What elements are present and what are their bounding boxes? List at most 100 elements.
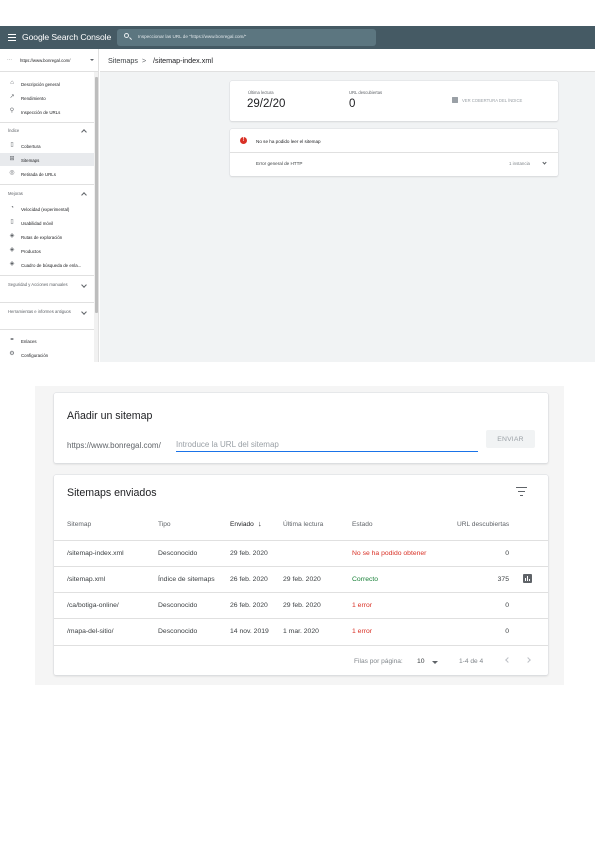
property-url: https://www.bonregal.com/ bbox=[20, 58, 71, 63]
main-content: Sitemaps > /sitemap-index.xml Última lec… bbox=[100, 49, 595, 362]
column-header-sitemap[interactable]: Sitemap bbox=[67, 521, 91, 528]
status-text: 1 error bbox=[352, 602, 373, 609]
submitted-date: 26 feb. 2020 bbox=[230, 602, 268, 609]
discovered-urls-count: 375 bbox=[497, 576, 509, 583]
sidebar-item-label: Velocidad (experimental) bbox=[21, 206, 70, 212]
filter-icon[interactable] bbox=[516, 487, 527, 496]
menu-icon[interactable] bbox=[8, 34, 16, 41]
sidebar-divider bbox=[0, 184, 94, 185]
search-console-sitemap-detail-screenshot: Google Search Console Inspeccionar las U… bbox=[0, 26, 595, 362]
sidebar-item-sitemaps[interactable]: ⊞ Sitemaps bbox=[0, 153, 94, 166]
dropdown-caret-icon bbox=[90, 59, 94, 61]
layers-icon: ◈ bbox=[9, 247, 15, 253]
error-icon: ! bbox=[240, 137, 247, 144]
error-message: No se ha podido leer el sitemap bbox=[256, 138, 321, 144]
rows-per-page-label: Filas por página: bbox=[354, 658, 403, 665]
sidebar-item-products[interactable]: ◈ Productos bbox=[0, 244, 94, 257]
bar-chart-icon[interactable] bbox=[523, 574, 532, 583]
bar-chart-icon bbox=[452, 97, 458, 103]
section-header-index[interactable]: Índice bbox=[8, 128, 19, 134]
app-title[interactable]: Google Search Console bbox=[22, 32, 111, 42]
status-text: 1 error bbox=[352, 628, 373, 635]
column-header-last-read[interactable]: Última lectura bbox=[283, 521, 323, 528]
chevron-up-icon[interactable] bbox=[81, 129, 87, 135]
breadcrumb: Sitemaps > /sitemap-index.xml bbox=[100, 49, 595, 72]
sidebar-item-label: Cuadro de búsqueda de enla... bbox=[21, 262, 82, 268]
dropdown-caret-icon[interactable] bbox=[432, 660, 438, 664]
property-selector[interactable]: ⋯ https://www.bonregal.com/ bbox=[0, 49, 99, 72]
view-index-coverage-link[interactable]: VER COBERTURA DEL ÍNDICE bbox=[462, 98, 522, 103]
sidebar-item-url-inspection[interactable]: ⚲ Inspección de URLs bbox=[0, 105, 94, 118]
sidebar-item-label: Enlaces bbox=[21, 338, 37, 344]
sidebar-item-coverage[interactable]: ▯ Cobertura bbox=[0, 139, 94, 152]
sidebar-item-settings[interactable]: ⚙ Configuración bbox=[0, 348, 94, 361]
sitemap-path: /sitemap.xml bbox=[67, 576, 106, 583]
chevron-right-icon[interactable] bbox=[525, 657, 531, 663]
chevron-down-icon[interactable] bbox=[81, 309, 87, 315]
submitted-date: 14 nov. 2019 bbox=[230, 628, 269, 635]
card-divider bbox=[230, 152, 558, 153]
sitemap-url-input[interactable] bbox=[176, 439, 478, 452]
sidebar-item-breadcrumbs[interactable]: ◈ Rutas de exploración bbox=[0, 230, 94, 243]
sidebar-item-label: Productos bbox=[21, 248, 41, 254]
breadcrumb-sitemaps-link[interactable]: Sitemaps bbox=[108, 56, 138, 65]
home-icon: ⌂ bbox=[10, 80, 14, 86]
discovered-urls-count: 0 bbox=[505, 550, 509, 557]
section-header-security[interactable]: Seguridad y Acciones manuales bbox=[8, 282, 78, 288]
section-header-improvements[interactable]: Mejoras bbox=[8, 191, 23, 197]
sitemap-icon: ⊞ bbox=[9, 156, 15, 162]
sidebar-item-url-removal[interactable]: ◎ Retirada de URLs bbox=[0, 167, 94, 180]
last-read-date: 29 feb. 2020 bbox=[283, 576, 321, 583]
column-header-status[interactable]: Estado bbox=[352, 521, 373, 528]
search-input[interactable]: Inspeccionar las URL de "https://www.bon… bbox=[138, 34, 246, 39]
sidebar-item-overview[interactable]: ⌂ Descripción general bbox=[0, 77, 94, 90]
column-header-submitted[interactable]: Enviado bbox=[230, 521, 254, 528]
table-row[interactable]: /sitemap.xml Índice de sitemaps 26 feb. … bbox=[54, 566, 548, 592]
table-row[interactable]: /mapa-del-sitio/ Desconocido 14 nov. 201… bbox=[54, 618, 548, 644]
sidebar-divider bbox=[0, 329, 94, 330]
status-text: Correcto bbox=[352, 576, 379, 583]
sitemap-type: Índice de sitemaps bbox=[158, 576, 215, 583]
sidebar-divider bbox=[0, 122, 94, 123]
section-header-legacy-tools[interactable]: Herramientas e informes antiguos bbox=[8, 309, 78, 315]
sidebar-item-performance[interactable]: ↗ Rendimiento bbox=[0, 91, 94, 104]
table-row[interactable]: /ca/botiga-online/ Desconocido 26 feb. 2… bbox=[54, 592, 548, 618]
sidebar-item-sitelinks-searchbox[interactable]: ◈ Cuadro de búsqueda de enla... bbox=[0, 258, 94, 271]
pagination-range: 1-4 de 4 bbox=[459, 658, 484, 665]
chevron-down-icon[interactable] bbox=[542, 160, 547, 165]
sidebar-item-links[interactable]: ⚭ Enlaces bbox=[0, 334, 94, 347]
submitted-date: 26 feb. 2020 bbox=[230, 576, 268, 583]
last-read-date: 29 feb. 2020 bbox=[283, 602, 321, 609]
chevron-down-icon[interactable] bbox=[81, 282, 87, 288]
sidebar-item-speed[interactable]: ◔ Velocidad (experimental) bbox=[0, 202, 94, 215]
chevron-up-icon[interactable] bbox=[81, 192, 87, 198]
error-type[interactable]: Error general de HTTP bbox=[256, 161, 302, 166]
submitted-sitemaps-card: Sitemaps enviados Sitemap Tipo Enviado ↓… bbox=[54, 475, 548, 675]
url-inspection-search[interactable]: Inspeccionar las URL de "https://www.bon… bbox=[117, 29, 376, 46]
discovered-urls-count: 0 bbox=[505, 602, 509, 609]
last-read-date: 1 mar. 2020 bbox=[283, 628, 319, 635]
sidebar-item-label: Sitemaps bbox=[21, 157, 40, 163]
sidebar-item-mobile-usability[interactable]: ▯ Usabilidad móvil bbox=[0, 216, 94, 229]
breadcrumb-current: /sitemap-index.xml bbox=[153, 56, 213, 65]
layers-icon: ◈ bbox=[9, 233, 15, 239]
sidebar-scrollbar-thumb[interactable] bbox=[94, 77, 98, 313]
table-row[interactable]: /sitemap-index.xml Desconocido 29 feb. 2… bbox=[54, 540, 548, 566]
error-instance-count: 1 instancia bbox=[509, 161, 530, 166]
add-sitemap-title: Añadir un sitemap bbox=[67, 410, 153, 422]
top-app-bar: Google Search Console Inspeccionar las U… bbox=[0, 26, 595, 49]
rows-per-page-select[interactable]: 10 bbox=[417, 658, 425, 665]
submit-sitemap-button[interactable]: ENVIAR bbox=[486, 430, 535, 448]
last-read-label: Última lectura bbox=[248, 90, 274, 95]
sitemap-type: Desconocido bbox=[158, 550, 198, 557]
sitemap-type: Desconocido bbox=[158, 628, 198, 635]
last-read-value: 29/2/20 bbox=[247, 98, 286, 110]
eye-off-icon: ◎ bbox=[9, 170, 15, 176]
arrow-down-icon[interactable]: ↓ bbox=[258, 519, 262, 528]
column-header-type[interactable]: Tipo bbox=[158, 521, 171, 528]
sidebar-item-label: Rendimiento bbox=[21, 95, 46, 101]
status-text: No se ha podido obtener bbox=[352, 550, 427, 557]
trending-up-icon: ↗ bbox=[9, 94, 15, 100]
chevron-left-icon[interactable] bbox=[505, 657, 511, 663]
column-header-discovered-urls[interactable]: URL descubiertas bbox=[457, 521, 509, 528]
